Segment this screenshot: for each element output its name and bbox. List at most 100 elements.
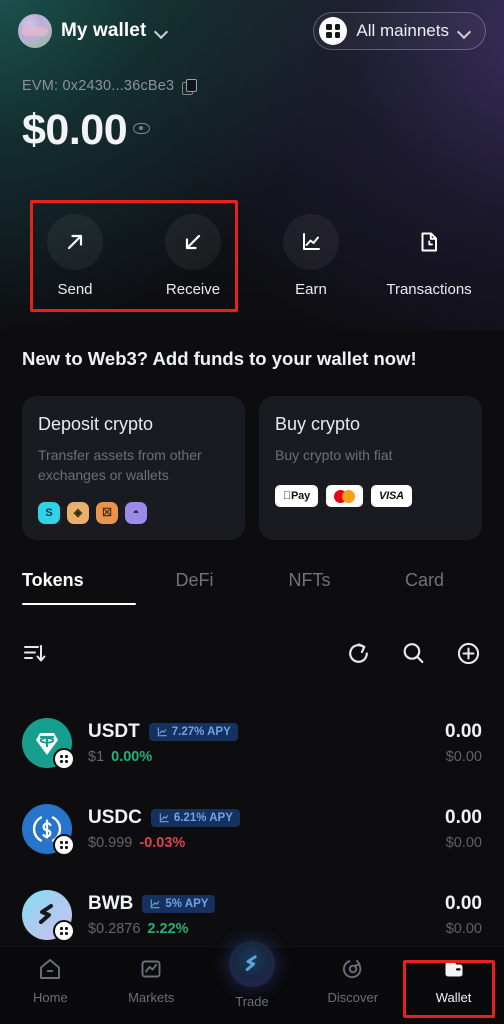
token-list: USDT 7.27% APY $1 0.00% 0.00 $0.00 USDC … (0, 700, 504, 958)
token-balance: 0.00 (445, 893, 482, 914)
action-transactions[interactable]: Transactions (370, 196, 488, 298)
action-label: Transactions (386, 281, 472, 298)
refresh-icon[interactable] (345, 640, 372, 667)
tab-nfts[interactable]: NFTs (252, 570, 367, 605)
app-header: My wallet All mainnets (0, 8, 504, 54)
token-symbol: BWB (88, 893, 134, 914)
eye-icon[interactable] (133, 120, 151, 135)
chart-line-icon (151, 899, 161, 909)
search-icon[interactable] (400, 640, 427, 667)
address-row[interactable]: EVM: 0x2430...36cBe3 (22, 78, 197, 95)
apy-badge[interactable]: 6.21% APY (150, 809, 240, 827)
action-label: Earn (295, 281, 327, 298)
deposit-card-subtitle: Transfer assets from other exchanges or … (38, 447, 202, 484)
nav-home[interactable]: Home (0, 955, 101, 1005)
token-change: -0.03% (139, 835, 186, 851)
apy-badge[interactable]: 7.27% APY (148, 723, 238, 741)
wallet-selector[interactable]: My wallet (18, 14, 168, 48)
nav-discover[interactable]: Discover (302, 955, 403, 1005)
wallet-icon (445, 962, 463, 977)
trade-orb-icon[interactable] (228, 941, 275, 987)
nav-wallet[interactable]: Wallet (403, 955, 504, 1005)
tab-tokens[interactable]: Tokens (22, 570, 137, 605)
token-name-row: USDC 6.21% APY (88, 807, 445, 829)
buy-crypto-card[interactable]: Buy crypto Buy crypto with fiat Pay VIS… (259, 396, 482, 540)
token-balance-col: 0.00 $0.00 (445, 807, 482, 851)
token-fiat-value: $0.00 (445, 835, 482, 851)
total-balance-value: $0.00 (22, 106, 128, 154)
token-price-row: $0.999 -0.03% (88, 835, 445, 851)
token-fiat-value: $0.00 (445, 749, 482, 765)
apy-label: 7.27% APY (171, 726, 231, 738)
send-button-circle[interactable] (47, 214, 103, 270)
token-icon-wrap (22, 890, 75, 942)
token-price: $1 (88, 749, 105, 765)
mastercard-badge (326, 485, 364, 508)
tab-card[interactable]: Card (367, 570, 482, 605)
plus-circle-icon[interactable] (455, 640, 482, 667)
buy-card-subtitle: Buy crypto with fiat (275, 447, 393, 463)
deposit-crypto-card[interactable]: Deposit crypto Transfer assets from othe… (22, 396, 245, 540)
payment-badges: Pay VISA (275, 485, 466, 508)
exchange-badge-4: ◓ (125, 501, 147, 524)
apy-badge[interactable]: 5% APY (142, 895, 216, 913)
asset-tabs: Tokens DeFi NFTs Card (0, 570, 504, 605)
buy-card-title: Buy crypto (275, 414, 361, 434)
action-send[interactable]: Send (16, 196, 134, 298)
token-price: $0.2876 (88, 921, 141, 937)
action-label: Receive (165, 281, 221, 298)
table-row[interactable]: USDT 7.27% APY $1 0.00% 0.00 $0.00 (0, 700, 504, 786)
avatar (18, 14, 52, 48)
chain-grid-badge (53, 748, 75, 770)
nav-trade[interactable]: Trade (202, 941, 303, 1009)
token-icon-wrap (22, 718, 75, 770)
nav-label: Markets (128, 990, 175, 1005)
receive-button-circle[interactable] (165, 214, 221, 270)
sort-descending-icon[interactable] (22, 641, 48, 667)
tab-defi[interactable]: DeFi (137, 570, 252, 605)
exchange-badges: S ◈ ☒ ◓ (38, 501, 229, 524)
token-name-row: BWB 5% APY (88, 893, 445, 915)
wallet-app-screen: My wallet All mainnets EVM: 0x2430...36c… (0, 0, 504, 1024)
earn-button-circle[interactable] (283, 214, 339, 270)
token-info: USDT 7.27% APY $1 0.00% (88, 721, 445, 765)
chart-square-icon (141, 960, 161, 978)
network-label: All mainnets (356, 21, 449, 40)
apy-label: 5% APY (165, 898, 209, 910)
token-toolbar (0, 640, 504, 667)
exchange-badge-1: S (38, 501, 60, 524)
home-icon (40, 959, 61, 979)
action-label: Send (57, 281, 93, 298)
token-balance-col: 0.00 $0.00 (445, 721, 482, 765)
token-price-row: $1 0.00% (88, 749, 445, 765)
exchange-badge-3: ☒ (96, 501, 118, 524)
chevron-down-icon (155, 25, 168, 38)
token-info: BWB 5% APY $0.2876 2.22% (88, 893, 445, 937)
copy-icon[interactable] (182, 78, 197, 95)
token-change: 0.00% (111, 749, 153, 765)
action-receive[interactable]: Receive (134, 196, 252, 298)
grid-icon (319, 17, 348, 45)
arrow-down-left-icon (185, 234, 201, 250)
token-change: 2.22% (147, 921, 189, 937)
token-price: $0.999 (88, 835, 133, 851)
token-symbol: USDC (88, 807, 142, 828)
token-symbol: USDT (88, 721, 140, 742)
total-balance-row: $0.00 (22, 106, 151, 154)
token-name-row: USDT 7.27% APY (88, 721, 445, 743)
wallet-name-label: My wallet (61, 20, 147, 41)
nav-markets[interactable]: Markets (101, 955, 202, 1005)
promo-title: New to Web3? Add funds to your wallet no… (22, 348, 417, 369)
table-row[interactable]: USDC 6.21% APY $0.999 -0.03% 0.00 $0.00 (0, 786, 504, 872)
action-earn[interactable]: Earn (252, 196, 370, 298)
nav-label: Home (33, 990, 68, 1005)
network-selector[interactable]: All mainnets (313, 12, 486, 50)
arrow-up-right-icon (67, 234, 83, 250)
bottom-navigation: Home Markets Trade Discover Wallet (0, 941, 504, 1024)
token-balance-col: 0.00 $0.00 (445, 893, 482, 937)
nav-label: Discover (327, 990, 379, 1005)
deposit-card-title: Deposit crypto (38, 414, 154, 434)
transactions-button-circle[interactable] (401, 214, 457, 270)
nav-label: Wallet (435, 990, 472, 1005)
apy-label: 6.21% APY (173, 812, 233, 824)
